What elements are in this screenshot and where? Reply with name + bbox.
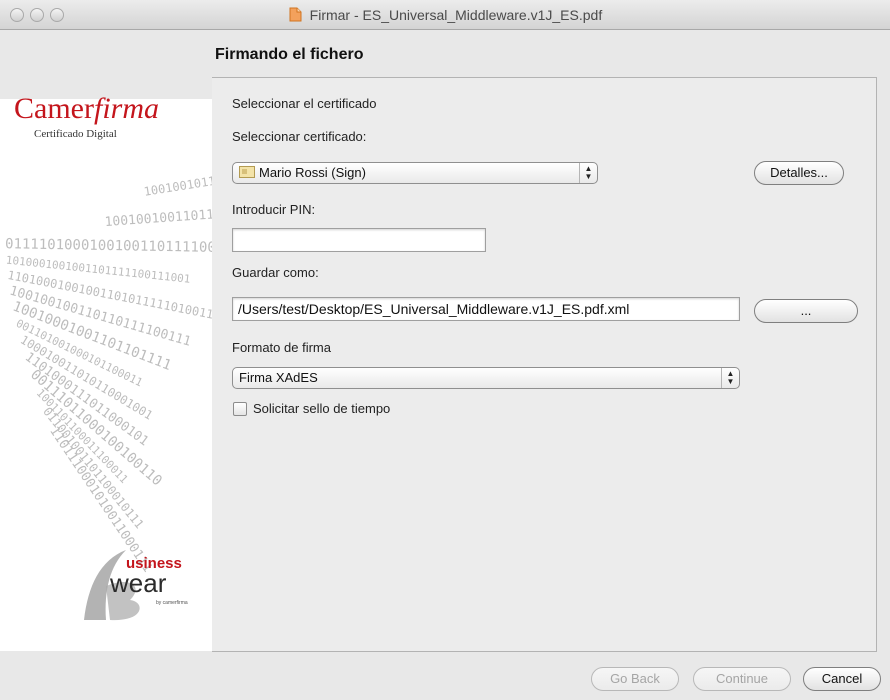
select-arrows-icon: ▲ ▼ <box>721 368 739 388</box>
timestamp-checkbox[interactable] <box>233 402 247 416</box>
continue-button[interactable]: Continue <box>693 667 791 691</box>
certificate-label: Seleccionar certificado: <box>232 129 367 144</box>
browse-button[interactable]: ... <box>754 299 858 323</box>
window-titlebar: Firmar - ES_Universal_Middleware.v1J_ES.… <box>0 0 890 30</box>
signature-format-select[interactable]: Firma XAdES ▲ ▼ <box>232 367 740 389</box>
pin-input[interactable] <box>232 228 486 252</box>
save-as-label: Guardar como: <box>232 265 319 280</box>
window-title: Firmar - ES_Universal_Middleware.v1J_ES.… <box>309 7 603 23</box>
cancel-button[interactable]: Cancel <box>803 667 881 691</box>
binary-line: 0111101000100100110111100111 <box>5 236 212 256</box>
certificate-value: Mario Rossi (Sign) <box>259 165 366 180</box>
details-button[interactable]: Detalles... <box>754 161 844 185</box>
page-title: Firmando el fichero <box>215 46 364 63</box>
signature-format-label: Formato de firma <box>232 340 331 355</box>
binary-line: 1001001011110011 <box>143 167 212 199</box>
certificate-icon <box>239 166 255 178</box>
binary-line: 10010010011011110011 <box>104 204 212 230</box>
pin-label: Introducir PIN: <box>232 202 316 217</box>
business-wear-logo: usiness wear by camerfirma <box>84 550 188 621</box>
binary-line: 11011 <box>180 160 212 162</box>
select-arrows-icon: ▲ ▼ <box>579 163 597 183</box>
save-path-input[interactable]: /Users/test/Desktop/ES_Universal_Middlew… <box>232 297 740 321</box>
go-back-button[interactable]: Go Back <box>591 667 679 691</box>
section-label: Seleccionar el certificado <box>232 96 377 111</box>
logo-text-main: wear <box>109 568 167 598</box>
pdf-document-icon <box>289 7 302 22</box>
logo-text-small: by camerfirma <box>156 600 188 606</box>
brand-subtitle: Certificado Digital <box>34 128 117 140</box>
signature-format-value: Firma XAdES <box>239 370 318 385</box>
certificate-select[interactable]: Mario Rossi (Sign) ▲ ▼ <box>232 162 598 184</box>
camerfirma-logo: Camerfirma <box>14 92 159 125</box>
timestamp-label[interactable]: Solicitar sello de tiempo <box>253 401 390 416</box>
